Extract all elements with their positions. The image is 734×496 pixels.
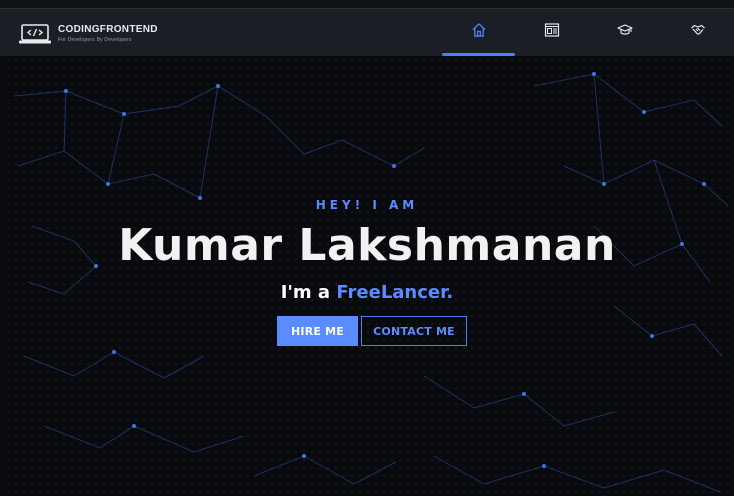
greeting: HEY! I AM — [315, 198, 419, 212]
laptop-code-icon — [18, 23, 52, 45]
handshake-icon — [690, 22, 706, 42]
resume-icon — [544, 22, 560, 42]
role-highlight: FreeLancer. — [336, 282, 454, 303]
page: CODINGFRONTEND For Developers By Develop… — [0, 0, 734, 496]
brand-tagline: For Developers By Developers — [58, 37, 132, 43]
home-icon — [471, 22, 487, 42]
brand-name: CODINGFRONTEND — [58, 24, 158, 35]
role-prefix: I'm a — [280, 282, 331, 303]
cta-buttons: HIRE ME CONTACT ME — [277, 316, 467, 346]
nav-education[interactable] — [588, 8, 661, 56]
hire-me-button[interactable]: HIRE ME — [277, 316, 358, 346]
contact-me-button[interactable]: CONTACT ME — [361, 316, 467, 346]
role-line: I'm a FreeLancer. — [0, 282, 734, 303]
nav-items — [442, 8, 734, 56]
nav-contact[interactable] — [661, 8, 734, 56]
nav-home[interactable] — [442, 8, 515, 56]
nav-resume[interactable] — [515, 8, 588, 56]
graduation-cap-icon — [616, 22, 633, 42]
brand-logo[interactable]: CODINGFRONTEND For Developers By Develop… — [18, 22, 178, 46]
hero-name: Kumar Lakshmanan — [118, 220, 616, 271]
top-line — [0, 0, 734, 8]
hero-section: HEY! I AM Kumar Lakshmanan I'm a FreeLan… — [0, 56, 734, 496]
navbar: CODINGFRONTEND For Developers By Develop… — [0, 8, 734, 56]
